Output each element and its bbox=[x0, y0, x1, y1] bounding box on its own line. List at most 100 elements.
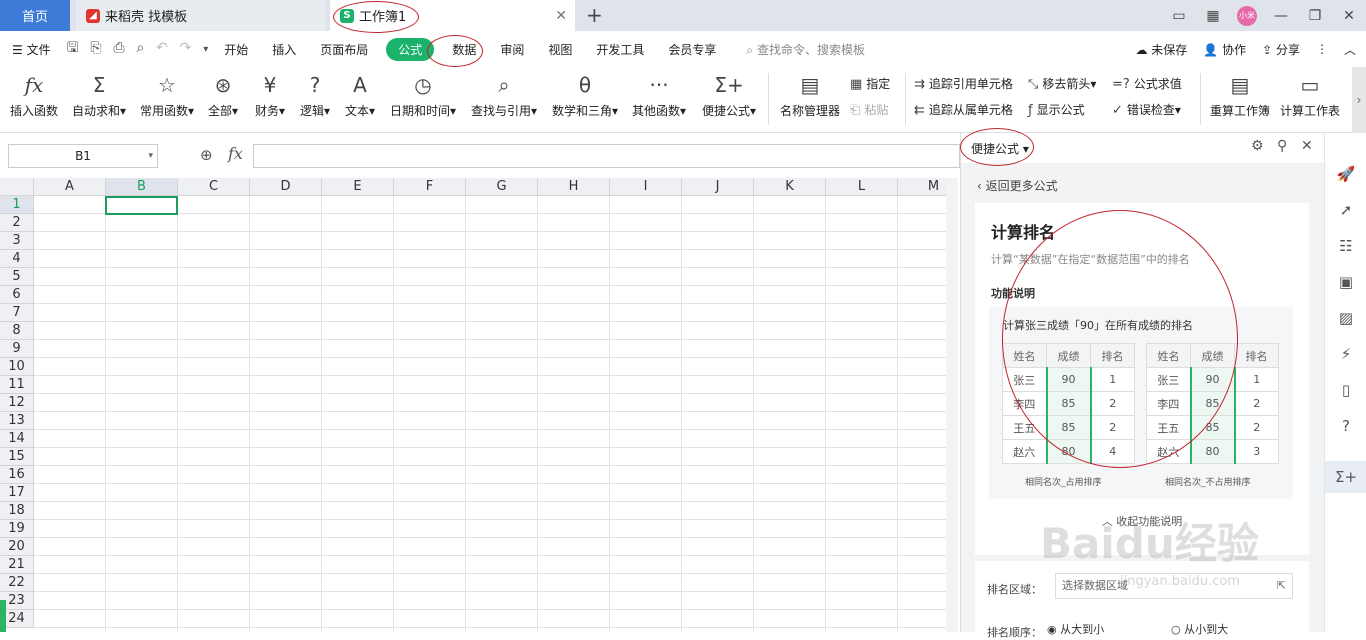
row-header[interactable]: 21 bbox=[0, 556, 34, 574]
avatar[interactable]: 小米 bbox=[1230, 5, 1264, 26]
row-header[interactable]: 8 bbox=[0, 322, 34, 340]
row-header[interactable]: 20 bbox=[0, 538, 34, 556]
tab-review[interactable]: 审阅 bbox=[488, 41, 536, 58]
format-icon[interactable]: ▣ bbox=[1325, 273, 1366, 291]
math-button[interactable]: θ 数学和三角▾ bbox=[552, 71, 618, 119]
calc-sheet-button[interactable]: ▭ 计算工作表 bbox=[1280, 71, 1340, 119]
help-icon[interactable]: ? bbox=[1325, 417, 1366, 435]
tab-page-layout[interactable]: 页面布局 bbox=[308, 41, 380, 58]
file-menu[interactable]: ☰ 文件 bbox=[0, 41, 63, 58]
datetime-button[interactable]: ◷ 日期和时间▾ bbox=[390, 71, 456, 119]
recalc-workbook-button[interactable]: ▤ 重算工作簿 bbox=[1210, 71, 1270, 119]
row-header[interactable]: 18 bbox=[0, 502, 34, 520]
name-manager-button[interactable]: ▤ 名称管理器 bbox=[780, 71, 840, 119]
fx-icon[interactable]: fx bbox=[228, 144, 243, 163]
finance-button[interactable]: ¥ 财务▾ bbox=[255, 71, 285, 119]
close-icon[interactable]: ✕ bbox=[555, 8, 567, 24]
cell-area[interactable] bbox=[34, 196, 946, 632]
tab-view[interactable]: 视图 bbox=[536, 41, 584, 58]
panel-title-dropdown[interactable]: 便捷公式 ▾ bbox=[971, 140, 1029, 157]
paste-button[interactable]: ⎗ 粘贴 bbox=[850, 101, 888, 118]
error-check-button[interactable]: ✓ 错误检查▾ bbox=[1112, 101, 1181, 118]
print-icon[interactable]: ⎙ bbox=[113, 40, 124, 56]
column-header[interactable]: F bbox=[394, 178, 466, 196]
unsaved-button[interactable]: ☁ 未保存 bbox=[1135, 41, 1187, 58]
common-functions-button[interactable]: ☆ 常用函数▾ bbox=[140, 71, 194, 119]
chevron-down-icon[interactable]: ▾ bbox=[148, 145, 153, 167]
new-tab-icon[interactable]: + bbox=[586, 3, 603, 27]
tab-data[interactable]: 数据 bbox=[440, 41, 488, 58]
gear-icon[interactable]: ⚙ bbox=[1251, 138, 1264, 154]
tab-template[interactable]: ◢ 来稻壳 找模板 bbox=[76, 0, 326, 31]
row-header[interactable]: 10 bbox=[0, 358, 34, 376]
column-header[interactable]: J bbox=[682, 178, 754, 196]
column-header[interactable]: H bbox=[538, 178, 610, 196]
zoom-icon[interactable]: ⊕ bbox=[200, 146, 213, 164]
save-icon[interactable]: 🖫 bbox=[67, 40, 79, 56]
name-box[interactable]: B1 ▾ bbox=[8, 144, 158, 168]
close-window-icon[interactable]: ✕ bbox=[1332, 8, 1366, 24]
cursor-icon[interactable]: ➚ bbox=[1325, 201, 1366, 219]
column-header[interactable]: E bbox=[322, 178, 394, 196]
select-all-corner[interactable] bbox=[0, 178, 34, 196]
row-header[interactable]: 3 bbox=[0, 232, 34, 250]
row-header[interactable]: 11 bbox=[0, 376, 34, 394]
tab-start[interactable]: 开始 bbox=[212, 41, 260, 58]
row-header[interactable]: 17 bbox=[0, 484, 34, 502]
vertical-scrollbar[interactable] bbox=[946, 178, 958, 632]
tab-formula[interactable]: 公式 bbox=[386, 37, 435, 61]
lookup-button[interactable]: ⌕ 查找与引用▾ bbox=[471, 71, 537, 119]
apps-grid-icon[interactable]: ▦ bbox=[1196, 8, 1230, 24]
select-range-icon[interactable]: ⇱ bbox=[1277, 574, 1286, 598]
pin-icon[interactable]: ⚲ bbox=[1277, 138, 1287, 154]
active-cell[interactable] bbox=[105, 196, 178, 215]
quick-formula-sidebar-icon[interactable]: Σ+ bbox=[1325, 461, 1366, 493]
tab-insert[interactable]: 插入 bbox=[260, 41, 308, 58]
row-header[interactable]: 9 bbox=[0, 340, 34, 358]
autosum-button[interactable]: Σ 自动求和▾ bbox=[72, 71, 126, 119]
other-functions-button[interactable]: ··· 其他函数▾ bbox=[632, 71, 686, 119]
trace-precedents-button[interactable]: ⇉ 追踪引用单元格 bbox=[914, 75, 1013, 92]
column-header[interactable]: I bbox=[610, 178, 682, 196]
column-header[interactable]: C bbox=[178, 178, 250, 196]
row-header[interactable]: 16 bbox=[0, 466, 34, 484]
tab-workbook[interactable]: S 工作簿1 ✕ bbox=[330, 0, 575, 31]
text-button[interactable]: A 文本▾ bbox=[345, 71, 375, 119]
book-icon[interactable]: ▯ bbox=[1325, 381, 1366, 399]
column-header[interactable]: L bbox=[826, 178, 898, 196]
rocket-icon[interactable]: 🚀 bbox=[1325, 165, 1366, 183]
row-header[interactable]: 2 bbox=[0, 214, 34, 232]
order-desc-radio[interactable]: ◉ 从大到小 bbox=[1047, 621, 1104, 637]
trace-dependents-button[interactable]: ⇇ 追踪从属单元格 bbox=[914, 101, 1013, 118]
row-header[interactable]: 1 bbox=[0, 196, 34, 214]
column-header[interactable]: D bbox=[250, 178, 322, 196]
row-header[interactable]: 4 bbox=[0, 250, 34, 268]
row-header[interactable]: 5 bbox=[0, 268, 34, 286]
command-search[interactable]: ⌕ 查找命令、搜索模板 bbox=[746, 41, 865, 58]
collab-button[interactable]: 👤 协作 bbox=[1203, 41, 1246, 58]
specify-button[interactable]: ▦ 指定 bbox=[850, 75, 890, 92]
row-header[interactable]: 7 bbox=[0, 304, 34, 322]
chevron-right-icon[interactable]: › bbox=[1352, 67, 1366, 133]
export-icon[interactable]: ⎘ bbox=[90, 40, 101, 56]
all-functions-button[interactable]: ⊛ 全部▾ bbox=[208, 71, 238, 119]
collapse-ribbon-icon[interactable]: ︿ bbox=[1344, 41, 1356, 58]
row-header[interactable]: 12 bbox=[0, 394, 34, 412]
show-formula-button[interactable]: ƒ 显示公式 bbox=[1028, 101, 1085, 118]
window-layout-icon[interactable]: ▭ bbox=[1162, 8, 1196, 24]
remove-arrows-button[interactable]: ⤡ 移去箭头▾ bbox=[1028, 75, 1096, 92]
formula-input[interactable] bbox=[253, 144, 960, 168]
more-icon[interactable]: ⋮ bbox=[1316, 42, 1328, 56]
quick-formula-button[interactable]: Σ+ 便捷公式▾ bbox=[702, 71, 756, 119]
row-header[interactable]: 15 bbox=[0, 448, 34, 466]
tab-member[interactable]: 会员专享 bbox=[656, 41, 728, 58]
preview-icon[interactable]: ⌕ bbox=[136, 40, 144, 56]
order-asc-radio[interactable]: ○ 从小到大 bbox=[1171, 621, 1228, 637]
evaluate-formula-button[interactable]: =? 公式求值 bbox=[1112, 75, 1182, 92]
lightning-icon[interactable]: ⚡ bbox=[1325, 345, 1366, 363]
redo-icon[interactable]: ↷ bbox=[180, 40, 192, 56]
chevron-down-icon[interactable]: ▾ bbox=[203, 44, 208, 55]
row-header[interactable]: 14 bbox=[0, 430, 34, 448]
sliders-icon[interactable]: ☷ bbox=[1325, 237, 1366, 255]
insert-function-button[interactable]: fx 插入函数 bbox=[10, 71, 58, 119]
